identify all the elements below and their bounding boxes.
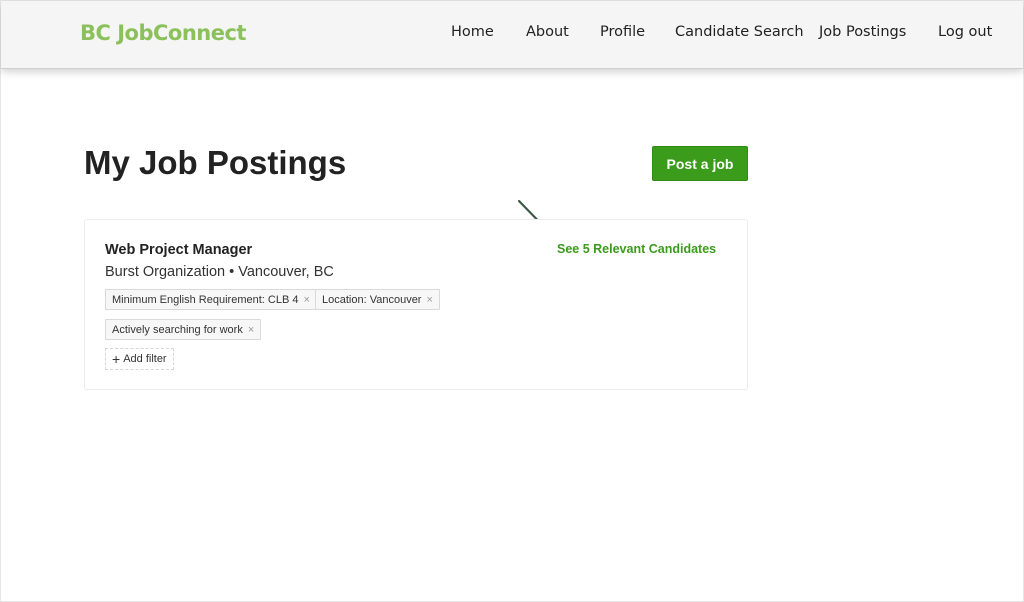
nav-job-postings[interactable]: Job Postings bbox=[819, 24, 906, 40]
filter-tag-label: Location: Vancouver bbox=[322, 293, 422, 306]
filter-tag: Location: Vancouver × bbox=[315, 289, 440, 310]
nav-home[interactable]: Home bbox=[451, 24, 494, 40]
filter-tag-label: Minimum English Requirement: CLB 4 bbox=[112, 293, 299, 306]
job-subtitle: Burst Organization • Vancouver, BC bbox=[105, 264, 334, 280]
remove-filter-icon[interactable]: × bbox=[248, 324, 254, 336]
filter-tag: Actively searching for work × bbox=[105, 319, 262, 340]
remove-filter-icon[interactable]: × bbox=[426, 294, 432, 306]
post-job-button[interactable]: Post a job bbox=[652, 146, 748, 181]
filter-tag: Minimum English Requirement: CLB 4 × bbox=[105, 289, 317, 310]
plus-icon: + bbox=[112, 351, 121, 367]
see-candidates-link[interactable]: See 5 Relevant Candidates bbox=[557, 242, 716, 256]
nav-candidate-search[interactable]: Candidate Search bbox=[675, 24, 804, 40]
add-filter-label: Add filter bbox=[123, 353, 167, 365]
page-title: My Job Postings bbox=[84, 144, 347, 181]
add-filter-button[interactable]: + Add filter bbox=[105, 348, 174, 370]
job-posting-card: Web Project Manager Burst Organization •… bbox=[84, 219, 748, 390]
nav-about[interactable]: About bbox=[526, 24, 569, 40]
navbar: BC JobConnect Home About Profile Candida… bbox=[1, 1, 1023, 69]
filter-tag-label: Actively searching for work bbox=[112, 323, 243, 336]
job-title[interactable]: Web Project Manager bbox=[105, 242, 252, 258]
logo[interactable]: BC JobConnect bbox=[80, 21, 246, 45]
nav-log-out[interactable]: Log out bbox=[938, 24, 992, 40]
nav-profile[interactable]: Profile bbox=[600, 24, 645, 40]
remove-filter-icon[interactable]: × bbox=[303, 294, 309, 306]
